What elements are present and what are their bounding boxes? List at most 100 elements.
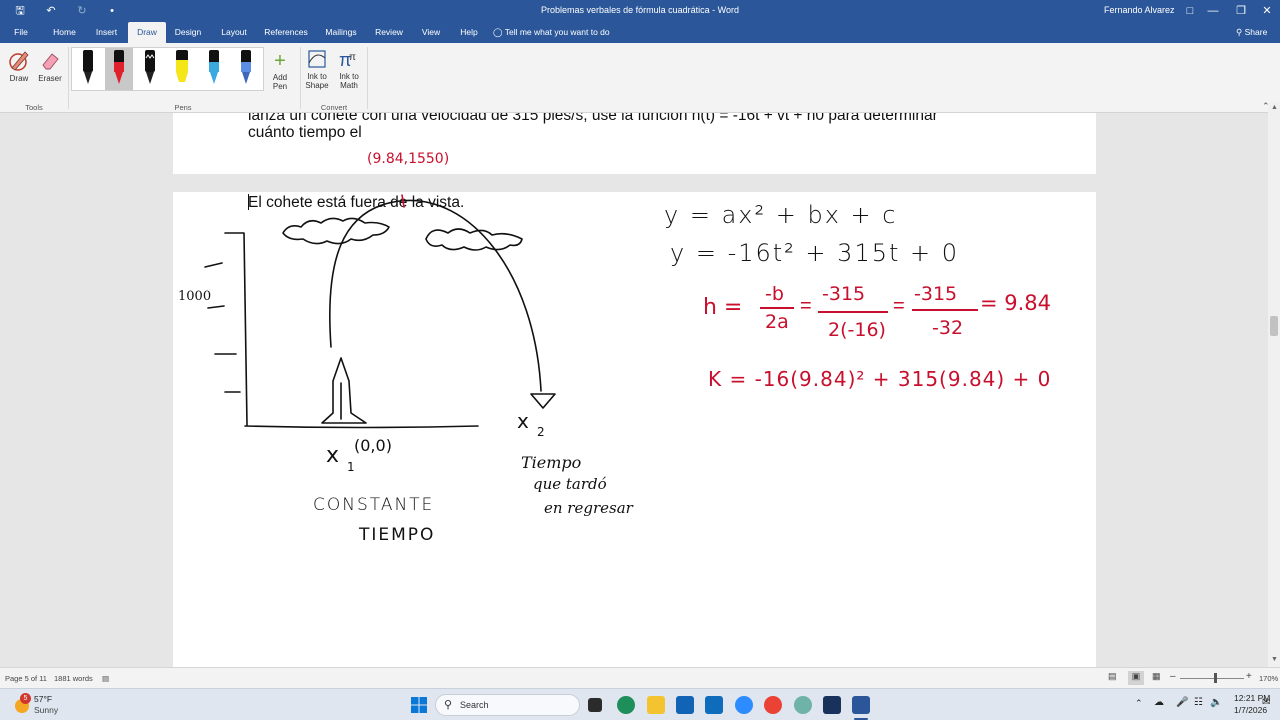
print-layout-icon[interactable]: ▣ (1128, 671, 1144, 685)
ink-cloud (282, 217, 390, 245)
chrome-icon[interactable] (764, 696, 782, 714)
ink-to-math-icon: ππ (339, 50, 356, 70)
yellow-highlighter[interactable] (168, 48, 196, 90)
tab-file[interactable]: File (6, 22, 36, 43)
tell-me-search[interactable]: ◯ Tell me what you want to do (493, 22, 610, 43)
vertical-scrollbar[interactable]: ▲ ▼ (1268, 103, 1280, 667)
network-icon[interactable]: ☷ (1194, 697, 1203, 708)
user-name[interactable]: Fernando Alvarez (1104, 5, 1175, 15)
galaxy-pen[interactable] (136, 48, 164, 90)
add-pen-button[interactable]: + Add Pen (268, 51, 292, 91)
ink-fraction-numerator: -b (765, 283, 784, 305)
ink-to-shape-icon (308, 50, 326, 68)
windows-icon (411, 697, 427, 713)
weather-desc[interactable]: Sunny (34, 705, 58, 715)
ink-fraction-denominator: 2(-16) (828, 319, 886, 341)
scroll-down-icon[interactable]: ▼ (1271, 656, 1278, 663)
store-icon[interactable] (676, 696, 694, 714)
outlook-icon[interactable] (705, 696, 723, 714)
weather-temp[interactable]: 57°F (34, 694, 52, 704)
tab-mailings[interactable]: Mailings (320, 22, 362, 43)
ink-note-line: Tiempo (521, 453, 582, 472)
minimize-icon[interactable]: — (1205, 3, 1221, 19)
app-icon[interactable] (794, 696, 812, 714)
microphone-icon[interactable]: 🎤 (1176, 697, 1188, 708)
tab-insert[interactable]: Insert (90, 22, 123, 43)
onedrive-icon[interactable]: ☁ (1154, 697, 1164, 708)
blue-pen[interactable] (200, 48, 228, 90)
ink-arrowhead (530, 393, 556, 409)
black-pen-icon (83, 50, 93, 84)
draw-tool-button[interactable]: Draw (5, 48, 33, 83)
restore-icon[interactable]: ❐ (1233, 3, 1249, 19)
word-count[interactable]: 1881 words (54, 674, 93, 683)
mail-icon[interactable] (823, 696, 841, 714)
notifications-icon[interactable]: ✉ (1262, 697, 1270, 708)
taskbar-search[interactable]: ⚲ Search (435, 694, 580, 716)
ink-result: = 9.84 (980, 291, 1052, 315)
proofing-icon[interactable]: ▤ (102, 674, 109, 683)
weather-widget[interactable]: 5 (12, 693, 32, 715)
share-button[interactable]: ⚲ Share (1236, 22, 1267, 43)
tab-draw[interactable]: Draw (128, 22, 166, 43)
draw-label: Draw (9, 74, 29, 83)
start-button[interactable] (410, 696, 428, 714)
ink-to-shape-label: Ink to Shape (305, 72, 329, 90)
search-label: Search (460, 700, 489, 710)
edge-icon[interactable] (617, 696, 635, 714)
read-mode-icon[interactable]: ▤ (1108, 671, 1117, 682)
tab-layout[interactable]: Layout (216, 22, 252, 43)
red-pen[interactable] (105, 48, 133, 90)
multicolor-pen[interactable] (232, 48, 260, 90)
red-pen-icon (114, 50, 124, 84)
ink-to-math-button[interactable]: ππ Ink to Math (335, 48, 363, 90)
zoom-icon[interactable] (735, 696, 753, 714)
ribbon-display-options-icon[interactable]: □ (1182, 3, 1198, 19)
ink-to-shape-button[interactable]: Ink to Shape (303, 48, 331, 90)
tab-help[interactable]: Help (455, 22, 483, 43)
draw-pen-icon (9, 51, 29, 71)
ink-equation: y = ax² + bx + c (664, 201, 898, 229)
ink-note-line: TIEMPO (359, 525, 436, 545)
ink-note-line: CONSTANTE (313, 495, 435, 515)
zoom-in-icon[interactable]: + (1246, 671, 1252, 682)
ink-equation: y = -16t² + 315t + 0 (670, 239, 960, 267)
eraser-label: Eraser (38, 74, 62, 83)
ink-note-line: que tardó (533, 475, 607, 493)
convert-group-label: Convert (320, 103, 348, 112)
ink-fraction-denominator: 2a (765, 311, 789, 333)
document-area[interactable]: lanza un cohete con una velocidad de 315… (0, 113, 1268, 667)
zoom-slider-thumb[interactable] (1214, 673, 1217, 683)
ink-fraction-numerator: -315 (914, 283, 958, 305)
web-layout-icon[interactable]: ▦ (1152, 671, 1161, 682)
close-icon[interactable]: ✕ (1259, 3, 1275, 19)
file-explorer-icon[interactable] (647, 696, 665, 714)
scrollbar-thumb[interactable] (1270, 316, 1278, 336)
scroll-up-icon[interactable]: ▲ (1271, 104, 1278, 111)
page-count[interactable]: Page 5 of 11 (5, 674, 47, 683)
ink-axis-label: 1000 (178, 289, 212, 304)
zoom-level[interactable]: 170% (1259, 674, 1278, 683)
tab-references[interactable]: References (260, 22, 312, 43)
tab-review[interactable]: Review (371, 22, 407, 43)
volume-icon[interactable]: 🔈 (1210, 697, 1222, 708)
ink-to-math-label: Ink to Math (339, 72, 359, 90)
zoom-slider[interactable] (1180, 678, 1244, 679)
taskbar: 5 57°F Sunny ⚲ Search ⌃ ☁ 🎤 ☷ 🔈 12:21 PM… (0, 688, 1280, 720)
black-pen[interactable] (74, 48, 102, 90)
zoom-out-icon[interactable]: – (1170, 671, 1176, 682)
task-view-icon[interactable] (588, 698, 602, 712)
eraser-button[interactable]: Eraser (36, 48, 64, 83)
tab-view[interactable]: View (416, 22, 446, 43)
show-hidden-icons-icon[interactable]: ⌃ (1135, 698, 1143, 709)
ink-fraction-numerator: -315 (822, 283, 866, 305)
tab-design[interactable]: Design (170, 22, 206, 43)
add-pen-label: Add Pen (272, 73, 288, 91)
ink-fraction-bar (818, 311, 888, 313)
tab-home[interactable]: Home (48, 22, 81, 43)
word-icon[interactable] (852, 696, 870, 714)
ink-cloud (425, 228, 523, 251)
ink-equals: = (893, 295, 905, 317)
ink-x2: x (517, 409, 529, 433)
multicolor-pen-icon (241, 50, 251, 84)
